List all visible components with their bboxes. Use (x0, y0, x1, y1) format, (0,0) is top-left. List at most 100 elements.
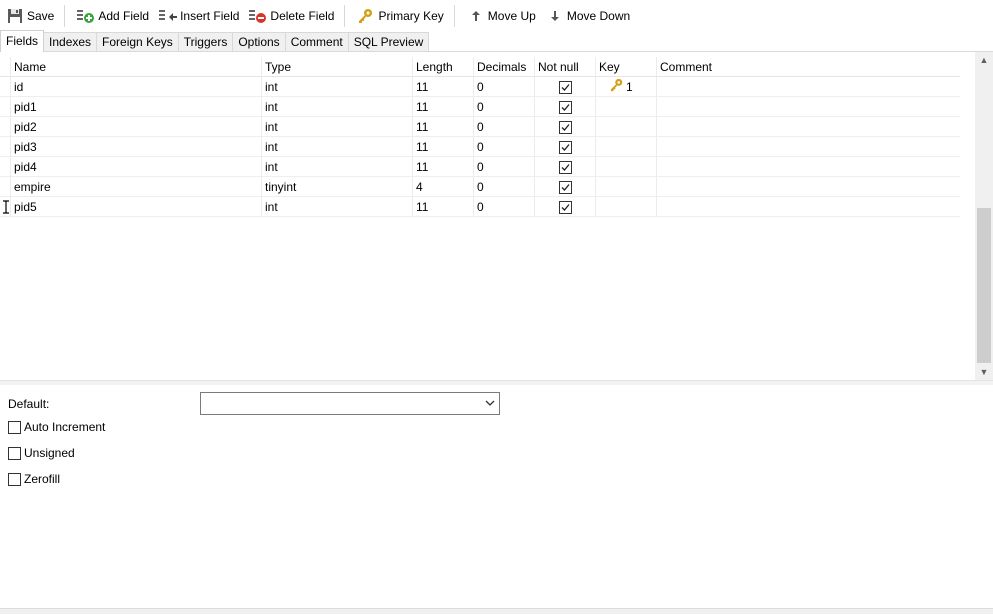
cell-decimals[interactable]: 0 (474, 117, 535, 137)
chevron-down-icon[interactable] (484, 396, 496, 410)
table-row[interactable]: pid4 int 11 0 (0, 157, 960, 177)
unsigned-row[interactable]: Unsigned (8, 446, 75, 460)
scroll-down-icon[interactable]: ▼ (975, 364, 993, 380)
tab-comment[interactable]: Comment (284, 32, 349, 52)
cell-length[interactable]: 11 (413, 137, 474, 157)
fields-grid[interactable]: Name Type Length Decimals Not null Key C… (0, 52, 975, 380)
cell-not-null[interactable] (535, 177, 596, 197)
not-null-checkbox[interactable] (558, 81, 572, 95)
zerofill-row[interactable]: Zerofill (8, 472, 60, 486)
tab-fields[interactable]: Fields (0, 30, 45, 52)
auto-increment-checkbox[interactable] (8, 420, 21, 434)
row-indicator[interactable] (0, 97, 11, 117)
cell-length[interactable]: 11 (413, 117, 474, 137)
cell-type[interactable]: int (262, 197, 413, 217)
cell-length[interactable]: 11 (413, 197, 474, 217)
cell-not-null[interactable] (535, 77, 596, 97)
table-row[interactable]: empire tinyint 4 0 (0, 177, 960, 197)
auto-increment-row[interactable]: Auto Increment (8, 420, 105, 434)
add-field-button[interactable]: Add Field (73, 4, 153, 28)
row-indicator[interactable] (0, 117, 11, 137)
not-null-checkbox[interactable] (558, 101, 572, 115)
column-header-not-null[interactable]: Not null (535, 57, 596, 77)
tab-triggers[interactable]: Triggers (177, 32, 234, 52)
tab-indexes[interactable]: Indexes (43, 32, 98, 52)
cell-comment[interactable] (657, 77, 960, 97)
cell-name[interactable]: empire (11, 177, 262, 197)
cell-key[interactable]: 1 (596, 77, 657, 97)
row-indicator[interactable] (0, 157, 11, 177)
cell-not-null[interactable] (535, 197, 596, 217)
table-row[interactable]: pid5 int 11 0 (0, 197, 960, 217)
cell-comment[interactable] (657, 137, 960, 157)
scroll-up-icon[interactable]: ▲ (975, 52, 993, 68)
cell-length[interactable]: 11 (413, 97, 474, 117)
row-indicator[interactable] (0, 197, 11, 217)
cell-type[interactable]: int (262, 137, 413, 157)
column-header-type[interactable]: Type (262, 57, 413, 77)
row-indicator[interactable] (0, 177, 11, 197)
tab-foreign-keys[interactable]: Foreign Keys (96, 32, 179, 52)
row-indicator[interactable] (0, 77, 11, 97)
column-header-decimals[interactable]: Decimals (474, 57, 535, 77)
cell-decimals[interactable]: 0 (474, 137, 535, 157)
cell-type[interactable]: int (262, 77, 413, 97)
column-header-key[interactable]: Key (596, 57, 657, 77)
move-up-button[interactable]: Move Up (463, 4, 540, 28)
cell-name[interactable]: id (11, 77, 262, 97)
cell-not-null[interactable] (535, 97, 596, 117)
cell-length[interactable]: 11 (413, 157, 474, 177)
table-row[interactable]: pid1 int 11 0 (0, 97, 960, 117)
cell-length[interactable]: 11 (413, 77, 474, 97)
not-null-checkbox[interactable] (558, 201, 572, 215)
cell-comment[interactable] (657, 197, 960, 217)
cell-name[interactable]: pid5 (11, 197, 262, 217)
table-row[interactable]: pid3 int 11 0 (0, 137, 960, 157)
row-indicator[interactable] (0, 137, 11, 157)
cell-key[interactable] (596, 197, 657, 217)
scroll-thumb[interactable] (977, 208, 991, 363)
cell-key[interactable] (596, 137, 657, 157)
column-header-length[interactable]: Length (413, 57, 474, 77)
save-button[interactable]: Save (2, 4, 58, 28)
not-null-checkbox[interactable] (558, 161, 572, 175)
cell-name[interactable]: pid1 (11, 97, 262, 117)
cell-comment[interactable] (657, 117, 960, 137)
cell-comment[interactable] (657, 97, 960, 117)
move-down-button[interactable]: Move Down (542, 4, 634, 28)
cell-key[interactable] (596, 97, 657, 117)
cell-decimals[interactable]: 0 (474, 177, 535, 197)
cell-not-null[interactable] (535, 117, 596, 137)
column-header-comment[interactable]: Comment (657, 57, 960, 77)
cell-not-null[interactable] (535, 137, 596, 157)
cell-type[interactable]: int (262, 117, 413, 137)
primary-key-button[interactable]: Primary Key (353, 4, 447, 28)
table-row[interactable]: id int 11 0 1 (0, 77, 960, 97)
default-select[interactable] (200, 392, 500, 415)
insert-field-button[interactable]: Insert Field (155, 4, 243, 28)
cell-key[interactable] (596, 177, 657, 197)
cell-name[interactable]: pid3 (11, 137, 262, 157)
cell-not-null[interactable] (535, 157, 596, 177)
cell-decimals[interactable]: 0 (474, 97, 535, 117)
cell-key[interactable] (596, 117, 657, 137)
delete-field-button[interactable]: Delete Field (245, 4, 338, 28)
cell-name[interactable]: pid2 (11, 117, 262, 137)
unsigned-checkbox[interactable] (8, 446, 21, 460)
cell-decimals[interactable]: 0 (474, 77, 535, 97)
cell-decimals[interactable]: 0 (474, 157, 535, 177)
zerofill-checkbox[interactable] (8, 472, 21, 486)
tab-options[interactable]: Options (232, 32, 286, 52)
not-null-checkbox[interactable] (558, 121, 572, 135)
tab-sql-preview[interactable]: SQL Preview (347, 32, 430, 52)
cell-name[interactable]: pid4 (11, 157, 262, 177)
column-header-name[interactable]: Name (11, 57, 262, 77)
panel-splitter[interactable] (0, 380, 993, 385)
not-null-checkbox[interactable] (558, 141, 572, 155)
cell-type[interactable]: int (262, 97, 413, 117)
cell-decimals[interactable]: 0 (474, 197, 535, 217)
table-row[interactable]: pid2 int 11 0 (0, 117, 960, 137)
cell-key[interactable] (596, 157, 657, 177)
cell-length[interactable]: 4 (413, 177, 474, 197)
cell-type[interactable]: tinyint (262, 177, 413, 197)
